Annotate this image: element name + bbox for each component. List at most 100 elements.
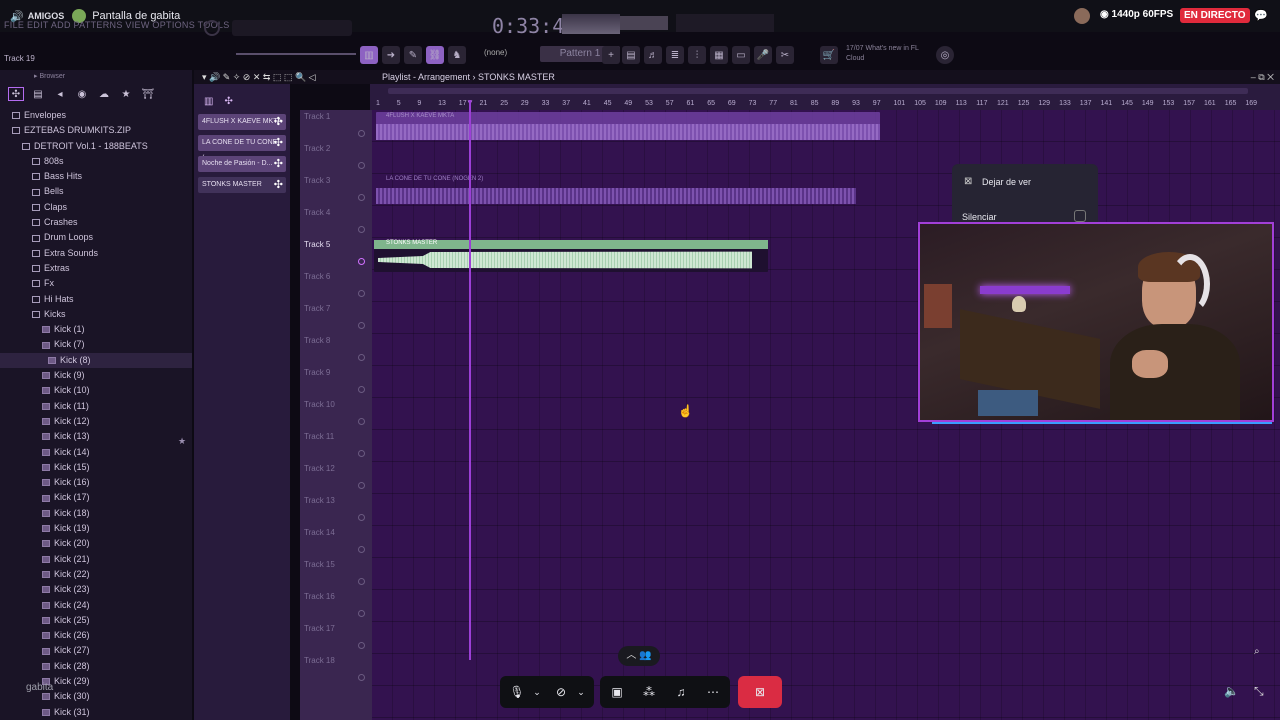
arrow-right-icon[interactable]: ➜ — [382, 46, 400, 64]
track-name[interactable]: Track 18 — [304, 656, 335, 665]
browser-item[interactable]: Kick (1) — [0, 322, 192, 337]
tools-icon[interactable]: ✂ — [776, 46, 794, 64]
add-icon[interactable]: ✣ — [274, 177, 283, 193]
web-icon[interactable]: ◎ — [936, 46, 954, 64]
track-name[interactable]: Track 2 — [304, 144, 330, 153]
chat-icon[interactable]: 💬 — [1254, 9, 1268, 22]
browser-item[interactable]: Kick (28) — [0, 659, 192, 674]
browser-cloud-icon[interactable]: ☁ — [96, 87, 112, 101]
browser-item[interactable]: Kick (13) — [0, 429, 192, 444]
browser-item[interactable]: Kick (7) — [0, 337, 192, 352]
activities-icon[interactable]: ⁂ — [640, 684, 658, 700]
playlist-tools[interactable]: ▾ 🔊 ✎ ✧ ⊘ ✕ ⇆ ⬚ ⬚ 🔍 ◁ — [202, 70, 316, 84]
track-name[interactable]: Track 7 — [304, 304, 330, 313]
pattern-clip-button[interactable]: LA CONE DE TU CONE (...✣ — [198, 135, 286, 162]
track-mute-icon[interactable] — [358, 226, 365, 233]
window-controls[interactable]: – ⧉ ✕ — [1251, 70, 1274, 84]
browser-item[interactable]: Bass Hits — [0, 169, 192, 184]
snap-tools[interactable]: ▥ ✣ — [204, 96, 233, 107]
track-name[interactable]: Track 1 — [304, 112, 330, 121]
track-name[interactable]: Track 11 — [304, 432, 334, 441]
expand-controls-button[interactable]: ︿ 👥 — [618, 646, 660, 666]
track-mute-icon[interactable] — [358, 194, 365, 201]
scroll-bar[interactable] — [388, 88, 1248, 94]
audio-clip-stonks-master[interactable]: STONKS MASTER — [374, 240, 768, 272]
master-volume[interactable] — [620, 16, 668, 30]
track-mute-icon[interactable] — [358, 322, 365, 329]
browser-star-icon[interactable]: ★ — [118, 87, 134, 101]
browser-item[interactable]: Kick (18) — [0, 506, 192, 521]
browser-item[interactable]: Kick (24) — [0, 598, 192, 613]
browser-item[interactable]: Kick (23) — [0, 582, 192, 597]
track-mute-icon[interactable] — [358, 354, 365, 361]
browser-item[interactable]: Kick (11) — [0, 399, 192, 414]
audio-clip-la-cone[interactable]: LA CONE DE TU CONE (NOGEN 2) — [376, 176, 856, 206]
browser-item[interactable]: Kick (26) — [0, 628, 192, 643]
browser-all-icon[interactable]: ✣ — [8, 87, 24, 101]
browser-item[interactable]: Extra Sounds — [0, 246, 192, 261]
browser-item[interactable]: Bells — [0, 184, 192, 199]
link-icon[interactable]: ⛓ — [426, 46, 444, 64]
track-mute-icon[interactable] — [358, 578, 365, 585]
browser-item[interactable]: DETROIT Vol.1 - 188BEATS — [0, 139, 192, 154]
track-name[interactable]: Track 13 — [304, 496, 335, 505]
browser-item[interactable]: Envelopes — [0, 108, 192, 123]
transport-controls[interactable] — [232, 20, 352, 36]
track-name[interactable]: Track 12 — [304, 464, 335, 473]
browser-item[interactable]: Extras — [0, 261, 192, 276]
track-name[interactable]: Track 9 — [304, 368, 330, 377]
zoom-icon[interactable]: ⌕ — [1254, 646, 1260, 657]
mute-checkbox[interactable] — [1074, 210, 1086, 222]
track-mute-icon[interactable] — [358, 514, 365, 521]
track-mute-icon[interactable] — [358, 290, 365, 297]
browser-item[interactable]: Kick (25) — [0, 613, 192, 628]
track-name[interactable]: Track 15 — [304, 560, 335, 569]
browser-back-icon[interactable]: ◂ — [52, 87, 68, 101]
track-mute-icon[interactable] — [358, 258, 365, 265]
browser-tag-icon[interactable]: ⛩ — [140, 87, 156, 101]
timeline-ruler[interactable]: ▼ 15913172125293337414549535761656973778… — [370, 84, 1280, 110]
camera-options-chevron-icon[interactable]: ⌄ — [572, 684, 590, 700]
track-mute-icon[interactable] — [358, 610, 365, 617]
track-name[interactable]: Track 3 — [304, 176, 330, 185]
piano-roll-icon[interactable]: ♬ — [644, 46, 662, 64]
playlist-window-icon[interactable]: ▤ — [622, 46, 640, 64]
track-mute-icon[interactable] — [358, 130, 365, 137]
browser-files-icon[interactable]: ▤ — [30, 87, 46, 101]
cart-icon[interactable]: 🛒 — [820, 46, 838, 64]
stop-watching-option[interactable]: Dejar de ver — [982, 177, 1031, 187]
track-mute-icon[interactable] — [358, 546, 365, 553]
browser-item[interactable]: Kick (8) — [0, 352, 192, 369]
browser-plugin-icon[interactable]: ◉ — [74, 87, 90, 101]
brush-icon[interactable]: ✎ — [404, 46, 422, 64]
track-name[interactable]: Track 16 — [304, 592, 335, 601]
track-mute-icon[interactable] — [358, 450, 365, 457]
channel-rack-icon[interactable]: ≣ — [666, 46, 684, 64]
browser-item[interactable]: Kick (16) — [0, 475, 192, 490]
pattern-clip-button[interactable]: 4FLUSH X KAEVE MKTA ✣ — [198, 114, 286, 130]
mic-options-chevron-icon[interactable]: ⌄ — [528, 684, 546, 700]
track-name[interactable]: Track 6 — [304, 272, 330, 281]
file-icon[interactable]: ▭ — [732, 46, 750, 64]
browser-item[interactable]: 808s — [0, 154, 192, 169]
browser-item[interactable]: Fx — [0, 276, 192, 291]
track-name[interactable]: Track 8 — [304, 336, 330, 345]
soundboard-icon[interactable]: ♫ — [672, 684, 690, 700]
fullscreen-icon[interactable]: ⤡ — [1254, 684, 1264, 699]
browser-item[interactable]: Kick (15) — [0, 460, 192, 475]
browser-item[interactable]: Kick (21) — [0, 552, 192, 567]
browser-item[interactable]: Claps — [0, 200, 192, 215]
browser-item[interactable]: Drum Loops — [0, 230, 192, 245]
add-icon[interactable]: ✣ — [274, 156, 283, 172]
browser-item[interactable]: Kick (17) — [0, 490, 192, 505]
browser-item[interactable]: Hi Hats — [0, 292, 192, 307]
mic-tool-icon[interactable]: 🎤 — [754, 46, 772, 64]
metronome-icon[interactable]: ♞ — [448, 46, 466, 64]
browser-item[interactable]: Crashes — [0, 215, 192, 230]
more-icon[interactable]: ⋯ — [704, 684, 722, 700]
browser-item[interactable]: Kick (10) — [0, 383, 192, 398]
user-avatar[interactable] — [1074, 8, 1090, 24]
pattern-clip-button[interactable]: STONKS MASTER ✣ — [198, 177, 286, 193]
track-name[interactable]: Track 14 — [304, 528, 335, 537]
track-mute-icon[interactable] — [358, 482, 365, 489]
